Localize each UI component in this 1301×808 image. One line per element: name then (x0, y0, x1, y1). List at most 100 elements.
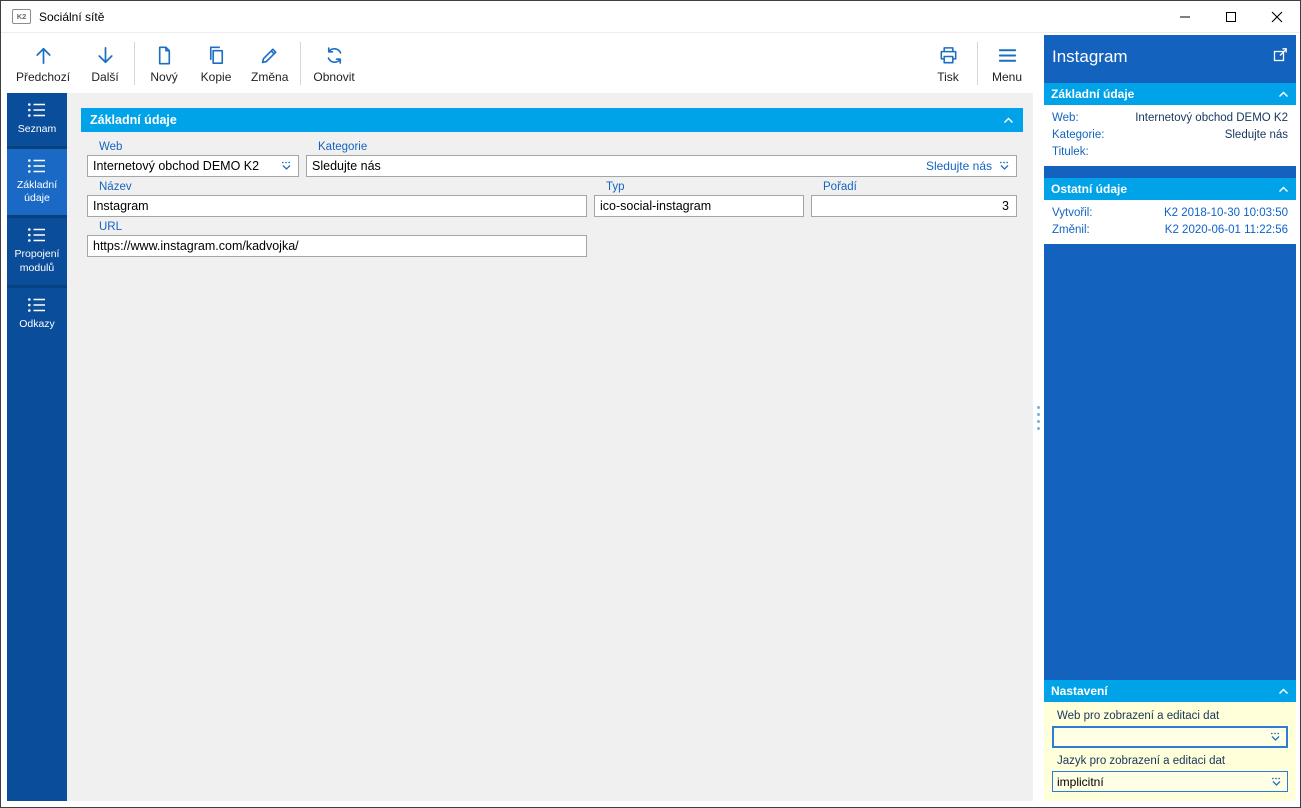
kategorie-input[interactable] (312, 159, 926, 173)
hamburger-menu-icon (996, 44, 1019, 67)
main-content: Základní údaje Web Kategorie (67, 93, 1033, 801)
open-in-window-button[interactable] (1273, 47, 1288, 67)
preview-basic-section-header: Základní údaje (1044, 83, 1296, 105)
settings-web-input[interactable] (1058, 730, 1266, 744)
chevron-up-icon (1278, 185, 1289, 192)
copy-button-label: Kopie (200, 69, 232, 84)
typ-field-label: Typ (606, 181, 625, 193)
minimize-button[interactable] (1162, 1, 1208, 32)
lookup-dropdown-icon[interactable] (1269, 731, 1282, 743)
web-input[interactable] (93, 159, 277, 173)
row-label: Titulek: (1052, 145, 1089, 158)
web-field-group: Web (87, 137, 299, 177)
collapse-button[interactable] (1003, 116, 1014, 124)
sidebar-item-label: Odkazy (19, 317, 55, 330)
pencil-icon (258, 44, 281, 67)
menu-button-label: Menu (991, 69, 1023, 84)
close-button[interactable] (1254, 1, 1300, 32)
section-title: Ostatní údaje (1051, 182, 1128, 196)
window-title: Sociální sítě (39, 9, 105, 24)
splitter-dot (1037, 420, 1040, 423)
refresh-icon (323, 44, 346, 67)
refresh-button[interactable]: Obnovit (304, 35, 363, 92)
sidebar-item-label: Propojení modulů (14, 248, 60, 274)
panel-title: Základní údaje (90, 113, 177, 127)
sidebar-item-propojeni-modulu[interactable]: Propojení modulů (7, 215, 67, 284)
edit-button-label: Změna (251, 69, 289, 84)
list-icon (27, 297, 47, 313)
kategorie-field[interactable]: Sledujte nás (306, 155, 1017, 177)
list-icon (27, 102, 47, 118)
sidebar-item-odkazy[interactable]: Odkazy (7, 284, 67, 341)
poradi-field-group: Pořadí (811, 177, 1017, 217)
row-label: Web: (1052, 111, 1079, 124)
web-field[interactable] (87, 155, 299, 177)
settings-language-field[interactable] (1052, 771, 1288, 792)
typ-field[interactable] (594, 195, 804, 217)
toolbar-separator (134, 42, 136, 85)
refresh-button-label: Obnovit (313, 69, 355, 84)
menu-button[interactable]: Menu (981, 35, 1033, 92)
nazev-field[interactable] (87, 195, 587, 217)
basic-data-panel-body: Web Kategorie Sledujte nás (81, 132, 1023, 269)
new-document-icon (153, 44, 176, 67)
sidebar-item-zakladni-udaje[interactable]: Základní údaje (7, 146, 67, 216)
lookup-dropdown-icon[interactable] (998, 160, 1011, 172)
new-button-label: Nový (150, 69, 178, 84)
copy-button[interactable]: Kopie (190, 35, 242, 92)
maximize-button[interactable] (1208, 1, 1254, 32)
poradi-input[interactable] (817, 199, 1011, 213)
preview-row: Kategorie: Sledujte nás (1044, 126, 1296, 143)
close-icon (1271, 11, 1283, 22)
lookup-dropdown-icon[interactable] (280, 160, 293, 172)
poradi-field-label: Pořadí (823, 181, 857, 193)
collapse-button[interactable] (1278, 90, 1289, 98)
basic-data-panel-header: Základní údaje (81, 108, 1023, 132)
chevron-up-icon (1003, 116, 1014, 123)
row-label: Změnil: (1052, 223, 1090, 236)
edit-button[interactable]: Změna (242, 35, 297, 92)
nazev-input[interactable] (93, 199, 581, 213)
splitter[interactable] (1033, 35, 1044, 801)
row-value: K2 2018-10-30 10:03:50 (1163, 206, 1288, 219)
preview-row: Titulek: (1044, 143, 1296, 160)
chevron-up-icon (1278, 90, 1289, 97)
section-title: Nastavení (1051, 684, 1108, 698)
row-value: Sledujte nás (1224, 128, 1288, 141)
next-button[interactable]: Další (79, 35, 131, 92)
sidebar-item-seznam[interactable]: Seznam (7, 93, 67, 146)
lookup-dropdown-icon[interactable] (1270, 776, 1283, 788)
splitter-dot (1037, 427, 1040, 430)
splitter-dot (1037, 413, 1040, 416)
form-row: URL (87, 217, 1017, 257)
toolbar: Předchozí Další Nový Kopie Změna Obnovit… (7, 35, 1033, 92)
settings-language-label: Jazyk pro zobrazení a editaci dat (1057, 755, 1226, 767)
nazev-field-label: Název (99, 181, 132, 193)
sidebar-item-label: Seznam (17, 123, 57, 135)
collapse-button[interactable] (1278, 185, 1289, 193)
preview-row: Web: Internetový obchod DEMO K2 (1044, 109, 1296, 126)
preview-other-section-header: Ostatní údaje (1044, 178, 1296, 200)
typ-input[interactable] (600, 199, 798, 213)
kategorie-field-group: Kategorie Sledujte nás (306, 137, 1017, 177)
settings-language-input[interactable] (1057, 774, 1267, 789)
preview-spacer (1044, 244, 1296, 680)
new-button[interactable]: Nový (138, 35, 190, 92)
previous-button[interactable]: Předchozí (7, 35, 79, 92)
minimize-icon (1180, 16, 1190, 17)
nazev-field-group: Název (87, 177, 587, 217)
settings-web-label: Web pro zobrazení a editaci dat (1057, 710, 1220, 722)
print-button-label: Tisk (937, 69, 959, 84)
preview-row: Změnil: K2 2020-06-01 11:22:56 (1044, 221, 1296, 238)
collapse-button[interactable] (1278, 687, 1289, 695)
poradi-field[interactable] (811, 195, 1017, 217)
app-icon[interactable]: K2 (12, 9, 31, 24)
url-field[interactable] (87, 235, 587, 257)
preview-titlebar: Instagram (1044, 35, 1296, 83)
url-input[interactable] (93, 239, 581, 253)
print-button[interactable]: Tisk (922, 35, 974, 92)
settings-web-field[interactable] (1052, 726, 1288, 748)
list-icon (27, 227, 47, 243)
splitter-dot (1037, 406, 1040, 409)
